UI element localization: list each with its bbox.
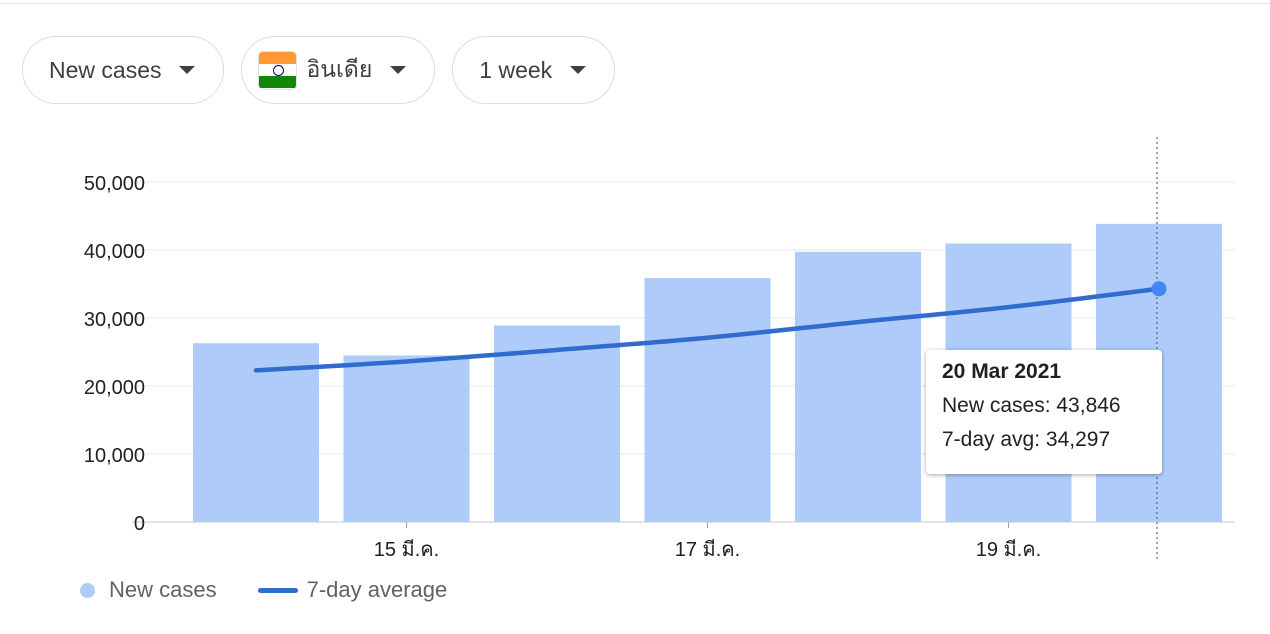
legend-avg-label: 7-day average <box>306 577 448 602</box>
cases-chart[interactable]: 0 10,000 20,000 30,000 40,000 50,000 15 มี.ค. 1… <box>0 0 1270 634</box>
y-tick-label: 20,000 <box>84 377 145 399</box>
tooltip-date: 20 Mar 2021 <box>942 360 1062 383</box>
legend-new-cases-label: New cases <box>109 577 217 602</box>
x-tick-label: 19 มี.ค. <box>976 539 1041 561</box>
x-tick-label: 15 มี.ค. <box>374 539 439 561</box>
bar[interactable] <box>343 355 470 522</box>
avg-marker <box>1151 281 1167 297</box>
y-tick-label: 10,000 <box>84 445 145 467</box>
y-tick-label: 50,000 <box>84 173 145 195</box>
legend-avg-swatch <box>257 587 298 593</box>
tooltip-avg: 7-day avg: 34,297 <box>942 428 1111 451</box>
bar[interactable] <box>644 278 771 522</box>
legend-new-cases-swatch <box>80 582 95 598</box>
bar[interactable] <box>795 251 921 522</box>
y-tick-label: 30,000 <box>84 309 145 331</box>
x-tick-label: 17 มี.ค. <box>675 539 740 561</box>
chart-legend: New cases 7-day average <box>80 577 447 603</box>
y-tick-label: 0 <box>134 513 145 535</box>
chart-tooltip: 20 Mar 2021 New cases: 43,846 7-day avg:… <box>926 350 1162 474</box>
tooltip-new-cases: New cases: 43,846 <box>942 394 1121 417</box>
y-tick-label: 40,000 <box>84 241 145 263</box>
